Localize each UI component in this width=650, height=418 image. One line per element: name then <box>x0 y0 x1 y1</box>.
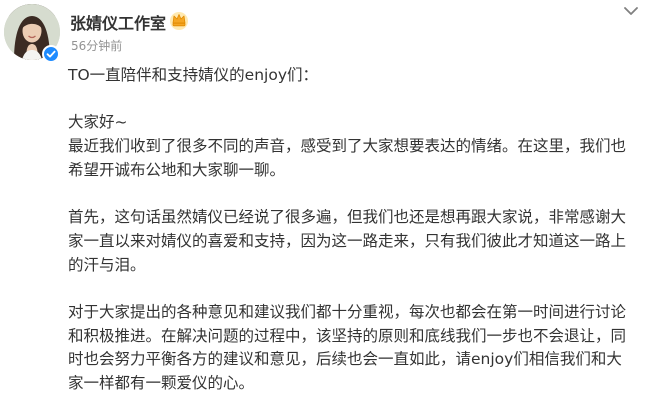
verified-badge-icon <box>42 45 60 63</box>
post-line: 和积极推进。在解决问题的过程中，该坚持的原则和底线我们一步也不会退让，同 <box>68 326 627 345</box>
post-line: 家一直以来对婧仪的喜爱和支持，因为这一路走来，只有我们彼此才知道这一路上 <box>68 231 627 250</box>
post-line: 首先，这句话虽然婧仪已经说了很多遍，但我们也还是想再跟大家说，非常感谢大 <box>68 208 627 227</box>
post-line: TO一直陪伴和支持婧仪的enjoy们： <box>68 66 318 84</box>
post-line: 时也会努力平衡各方的建议和意见，后续也会一直如此，请enjoy们相信我们和大 <box>68 350 622 369</box>
chevron-down-icon[interactable] <box>622 4 640 18</box>
vip-crown-icon <box>170 12 188 30</box>
weibo-post-card: 张婧仪工作室 56分钟前 TO一直陪伴和支持婧仪的enjoy们： 大家好~ 最近… <box>0 0 650 418</box>
post-timestamp[interactable]: 56分钟前 <box>71 37 122 54</box>
post-line: 希望开诚布公地和大家聊一聊。 <box>68 160 286 179</box>
post-line: 家一样都有一颗爱仪的心。 <box>68 374 255 393</box>
post-line: 大家好~ <box>68 113 128 132</box>
author-name[interactable]: 张婧仪工作室 <box>70 10 166 34</box>
post-line: 对于大家提出的各种意见和建议我们都十分重视，每次也都会在第一时间进行讨论 <box>68 302 627 321</box>
avatar[interactable] <box>4 4 60 63</box>
post-body: TO一直陪伴和支持婧仪的enjoy们： 大家好~ 最近我们收到了很多不同的声音，… <box>68 64 646 396</box>
post-line: 的汗与泪。 <box>68 255 146 274</box>
post-line: 最近我们收到了很多不同的声音，感受到了大家想要表达的情绪。在这里，我们也 <box>68 137 627 156</box>
